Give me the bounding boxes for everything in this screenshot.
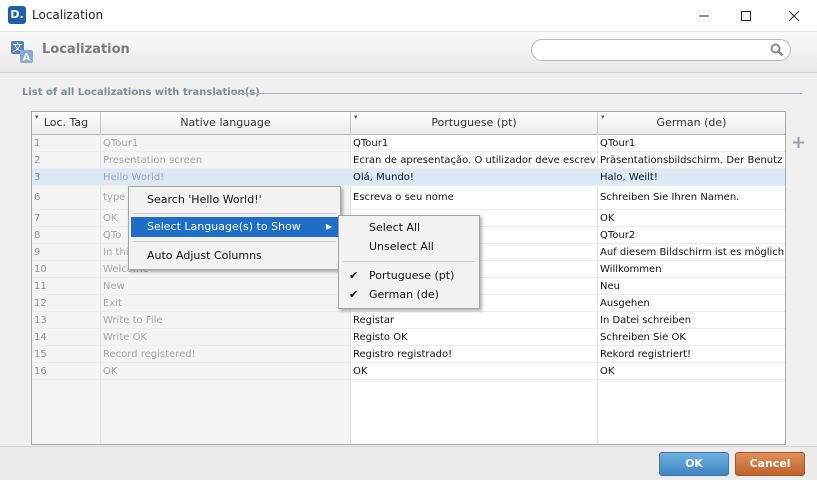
window-title: Localization (32, 8, 104, 22)
cell-loc-tag[interactable]: 10 (34, 261, 98, 278)
table-row[interactable]: 3 Hello World! Olá, Mundo! Halo, Weilt! (32, 169, 785, 186)
cell-german[interactable]: Neu (600, 278, 785, 295)
cell-native[interactable]: OK (103, 363, 349, 380)
translate-icon: 文 A (11, 41, 33, 64)
sort-icon: ▾ (601, 113, 605, 121)
svg-text:A: A (23, 53, 31, 64)
submenu-item-portuguese[interactable]: ✔ Portuguese (pt) (341, 267, 475, 285)
cell-native[interactable]: Record registered! (103, 346, 349, 363)
title-bar: D. Localization (0, 0, 817, 32)
cell-native[interactable]: Write OK (103, 329, 349, 346)
cell-german[interactable]: Schreiben Sie Ihren Namen. (600, 186, 785, 210)
cell-loc-tag[interactable]: 16 (34, 363, 98, 380)
table-row[interactable]: 16 OK OK OK (32, 363, 785, 380)
cell-portuguese[interactable]: Olá, Mundo! (353, 169, 597, 186)
ok-button[interactable]: OK (659, 452, 729, 476)
cell-loc-tag[interactable]: 1 (34, 135, 98, 152)
cell-german[interactable]: Willkommen (600, 261, 785, 278)
page-title: Localization (42, 42, 130, 57)
table-row[interactable]: 2 Presentation screen Ecran de apresentaçã… (32, 152, 785, 169)
column-header-portuguese[interactable]: ▾ Portuguese (pt) (351, 112, 598, 134)
cell-native[interactable]: Write to File (103, 312, 349, 329)
cell-german[interactable]: QTour1 (600, 135, 785, 152)
column-header-german[interactable]: ▾ German (de) (598, 112, 785, 134)
submenu-arrow-icon: ▶ (325, 222, 332, 231)
close-icon (788, 10, 800, 21)
cell-loc-tag[interactable]: 15 (34, 346, 98, 363)
cell-native[interactable]: QTour1 (103, 135, 349, 152)
close-button[interactable] (771, 0, 817, 31)
sort-icon: ▾ (354, 113, 358, 121)
maximize-button[interactable] (723, 0, 769, 31)
cell-loc-tag[interactable]: 14 (34, 329, 98, 346)
cell-portuguese[interactable]: Escreva o seu nome (353, 186, 597, 210)
cell-loc-tag[interactable]: 2 (34, 152, 98, 169)
cell-portuguese[interactable]: QTour1 (353, 135, 597, 152)
cell-german[interactable]: OK (600, 210, 785, 227)
cancel-button[interactable]: Cancel (735, 452, 805, 476)
cell-german[interactable]: Ausgehen (600, 295, 785, 312)
dialog-header: 文 A Localization (0, 32, 817, 73)
menu-item-select-languages[interactable]: Select Language(s) to Show ▶ (131, 217, 338, 237)
cell-german[interactable]: Präsentationsbildschirm. Der Benutz (600, 152, 785, 169)
languages-submenu: Select All Unselect All ✔ Portuguese (pt… (338, 215, 480, 309)
checkmark-icon: ✔ (349, 288, 359, 301)
minimize-icon (699, 15, 709, 16)
table-row[interactable]: 15 Record registered! Registro registrado!… (32, 346, 785, 363)
cell-german[interactable]: OK (600, 363, 785, 380)
cell-native[interactable]: Presentation screen (103, 152, 349, 169)
menu-item-auto-adjust[interactable]: Auto Adjust Columns (131, 246, 348, 266)
menu-separator (133, 213, 336, 214)
section-divider (232, 93, 802, 94)
cell-portuguese[interactable]: Registar (353, 312, 597, 329)
cell-german[interactable]: Halo, Weilt! (600, 169, 785, 186)
cell-german[interactable]: Rekord registriert! (600, 346, 785, 363)
cell-loc-tag[interactable]: 11 (34, 278, 98, 295)
cell-german[interactable]: In Datei schreiben (600, 312, 785, 329)
cell-german[interactable]: Schreiben Sie OK (600, 329, 785, 346)
search-input[interactable] (531, 39, 791, 61)
submenu-item-german[interactable]: ✔ German (de) (341, 286, 475, 304)
sort-icon: ▾ (35, 113, 39, 121)
cell-german[interactable]: QTour2 (600, 227, 785, 244)
cell-native[interactable]: New (103, 278, 349, 295)
cell-portuguese[interactable]: Ecran de apresentação. O utilizador deve… (353, 152, 597, 169)
table-row[interactable]: 13 Write to File Registar In Datei schreibe… (32, 312, 785, 329)
cell-loc-tag[interactable]: 3 (34, 169, 98, 186)
menu-separator (133, 241, 336, 242)
cell-german[interactable]: Auf diesem Bildschirm ist es möglich (600, 244, 785, 261)
table-row[interactable]: 1 QTour1 QTour1 QTour1 (32, 135, 785, 152)
maximize-icon (741, 10, 751, 21)
dialog-footer: OK Cancel (0, 446, 817, 480)
cell-portuguese[interactable]: OK (353, 363, 597, 380)
submenu-item-unselect-all[interactable]: Unselect All (341, 238, 475, 256)
cell-portuguese[interactable]: Registo OK (353, 329, 597, 346)
cell-loc-tag[interactable]: 6 (34, 186, 98, 210)
minimize-button[interactable] (681, 0, 727, 31)
cell-loc-tag[interactable]: 7 (34, 210, 98, 227)
cell-portuguese[interactable]: Registro registrado! (353, 346, 597, 363)
context-menu: Search 'Hello World!' Select Language(s)… (128, 186, 341, 270)
table-row[interactable]: 14 Write OK Registo OK Schreiben Sie OK (32, 329, 785, 346)
cell-loc-tag[interactable]: 8 (34, 227, 98, 244)
cell-native[interactable]: Hello World! (103, 169, 349, 186)
menu-separator (343, 261, 475, 262)
search-icon[interactable] (770, 43, 784, 57)
table-header: ▾ Loc. Tag Native language ▾ Portuguese … (32, 112, 785, 135)
cell-loc-tag[interactable]: 13 (34, 312, 98, 329)
column-header-tag[interactable]: ▾ Loc. Tag (32, 112, 101, 134)
app-logo-icon: D. (8, 6, 26, 24)
cell-loc-tag[interactable]: 12 (34, 295, 98, 312)
cell-native[interactable]: Exit (103, 295, 349, 312)
add-icon[interactable]: + (791, 134, 806, 152)
section-title: List of all Localizations with translati… (22, 87, 260, 98)
menu-item-search[interactable]: Search 'Hello World!' (131, 190, 348, 210)
checkmark-icon: ✔ (349, 269, 359, 282)
cell-loc-tag[interactable]: 9 (34, 244, 98, 261)
column-header-native[interactable]: Native language (101, 112, 351, 134)
submenu-item-select-all[interactable]: Select All (341, 219, 475, 237)
